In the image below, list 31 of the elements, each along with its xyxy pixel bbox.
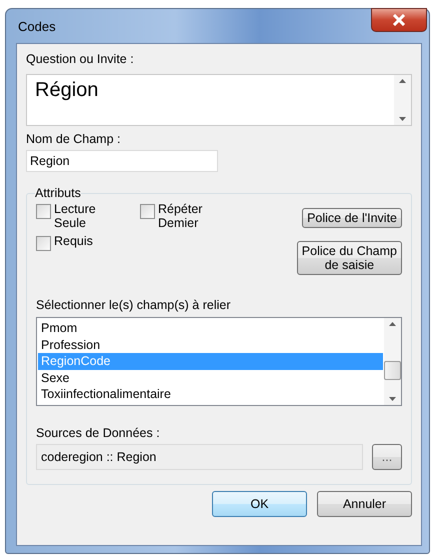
- field-label: Question ou Invite :: [26, 52, 135, 66]
- close-icon: [392, 14, 406, 26]
- checkbox[interactable]: [36, 236, 51, 251]
- scroll-thumb[interactable]: [384, 360, 401, 380]
- field-label: Nom de Champ :: [26, 132, 122, 146]
- font-button[interactable]: Police de l'Invite: [302, 208, 402, 228]
- input-field[interactable]: Region: [26, 150, 218, 172]
- prompt-field[interactable]: Région: [26, 74, 412, 126]
- checkbox-label: Requis: [54, 234, 93, 248]
- cancel-button[interactable]: Annuler: [317, 491, 412, 517]
- field-label: Sélectionner le(s) champ(s) à relier: [36, 298, 232, 312]
- list-item[interactable]: Pmom: [38, 320, 383, 336]
- font-button[interactable]: Police du Champ de saisie: [296, 241, 402, 275]
- source-field[interactable]: coderegion :: Region: [36, 444, 363, 470]
- list-item[interactable]: Sexe: [38, 370, 383, 386]
- scroll-up-icon[interactable]: [399, 79, 406, 83]
- scroll-down-icon[interactable]: [389, 397, 396, 401]
- window-title: Codes: [17, 18, 56, 34]
- scroll-down-icon[interactable]: [399, 117, 406, 121]
- close-button[interactable]: [371, 8, 427, 32]
- field-label: Sources de Données :: [36, 426, 161, 440]
- checkbox-label: Répéter Demier: [158, 202, 202, 230]
- list-item[interactable]: Profession: [38, 336, 383, 353]
- ok-button[interactable]: OK: [212, 491, 307, 517]
- browse-button[interactable]: ...: [372, 444, 402, 470]
- checkbox[interactable]: [140, 204, 155, 219]
- list-item[interactable]: Toxiinfectionalimentaire: [38, 386, 383, 402]
- checkbox[interactable]: [36, 204, 51, 219]
- checkbox-label: Lecture Seule: [54, 202, 96, 230]
- group-title: Attributs: [35, 186, 81, 200]
- scroll-up-icon[interactable]: [389, 322, 396, 326]
